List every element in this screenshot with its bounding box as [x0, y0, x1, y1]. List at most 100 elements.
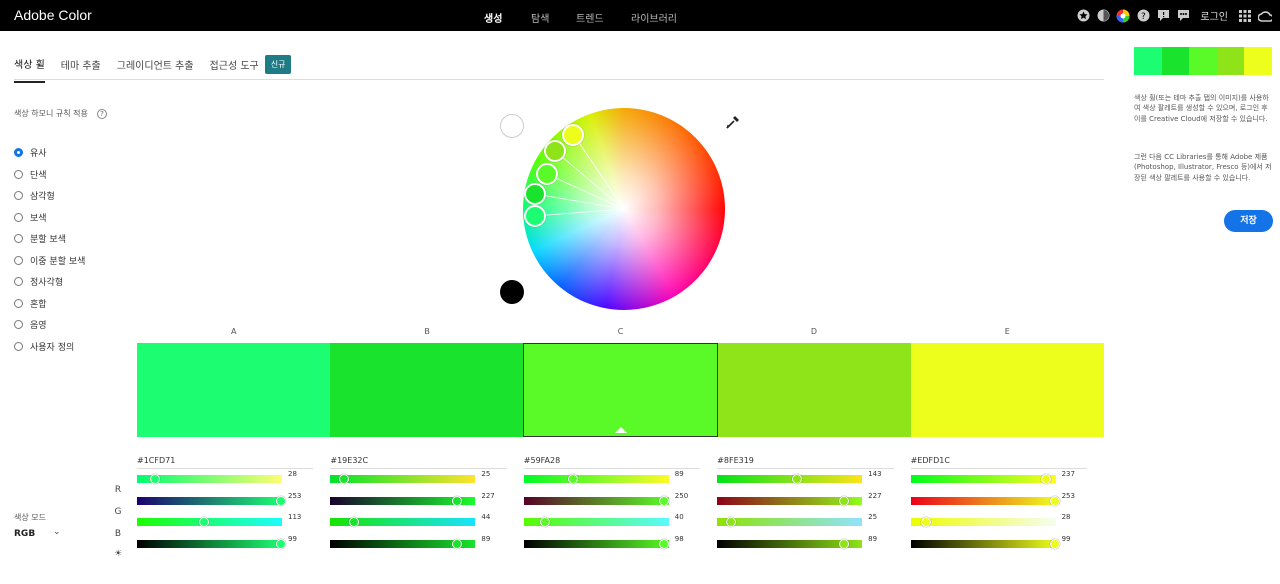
rule-option[interactable]: 정사각형 — [14, 271, 85, 293]
brightness-value[interactable]: 99 — [1062, 535, 1086, 543]
radio-icon[interactable] — [14, 234, 23, 244]
green-slider[interactable] — [523, 496, 669, 505]
hex-input[interactable]: #EDFD1C — [910, 456, 1087, 469]
swatch-c[interactable] — [523, 343, 718, 437]
swatch-d[interactable] — [718, 343, 911, 437]
brightness-value[interactable]: 89 — [481, 535, 505, 543]
login-link[interactable]: 로그인 — [1200, 8, 1228, 23]
brand-logo[interactable]: Adobe Color — [14, 7, 92, 23]
radio-icon[interactable] — [14, 298, 23, 308]
slider-knob[interactable] — [452, 538, 463, 549]
nav-libraries[interactable]: 라이브러리 — [631, 10, 677, 25]
radio-icon[interactable] — [14, 341, 23, 351]
hex-input[interactable]: #59FA28 — [523, 456, 701, 469]
feedback-icon[interactable] — [1156, 9, 1170, 23]
blue-value[interactable]: 44 — [481, 513, 505, 521]
help-icon[interactable]: ? — [1136, 9, 1150, 23]
color-mode-select[interactable]: RGB — [14, 529, 35, 539]
blue-value[interactable]: 28 — [1062, 513, 1086, 521]
save-button[interactable]: 저장 — [1224, 210, 1273, 232]
red-slider[interactable] — [330, 475, 476, 483]
color-handle-d[interactable] — [544, 140, 566, 162]
radio-icon[interactable] — [14, 320, 23, 330]
rule-option[interactable]: 혼합 — [14, 293, 85, 315]
blue-value[interactable]: 40 — [675, 513, 699, 521]
slider-knob[interactable] — [1049, 495, 1060, 506]
star-icon[interactable] — [1076, 9, 1090, 23]
color-handle-e[interactable] — [562, 124, 584, 146]
nav-trends[interactable]: 트렌드 — [576, 10, 604, 25]
white-point-handle[interactable] — [500, 114, 524, 138]
red-value[interactable]: 143 — [868, 470, 892, 478]
green-slider[interactable] — [137, 496, 282, 505]
rule-option[interactable]: 사용자 정의 — [14, 336, 85, 358]
slider-knob[interactable] — [452, 495, 463, 506]
color-handle-b[interactable] — [524, 183, 546, 205]
hex-input[interactable]: #8FE319 — [717, 456, 894, 469]
hex-input[interactable]: #19E32C — [330, 456, 507, 469]
slider-knob[interactable] — [539, 517, 550, 527]
rule-option[interactable]: 이중 분할 보색 — [14, 250, 85, 272]
green-value[interactable]: 227 — [868, 492, 892, 500]
contrast-icon[interactable] — [1096, 9, 1110, 23]
slider-knob[interactable] — [839, 495, 850, 506]
slider-knob[interactable] — [658, 538, 669, 549]
green-value[interactable]: 253 — [1062, 492, 1086, 500]
black-point-handle[interactable] — [500, 280, 524, 304]
slider-knob[interactable] — [1049, 538, 1060, 549]
blue-value[interactable]: 25 — [868, 513, 892, 521]
radio-icon[interactable] — [14, 277, 23, 287]
slider-knob[interactable] — [567, 474, 578, 484]
radio-icon[interactable] — [14, 191, 23, 201]
color-handle-a[interactable] — [524, 205, 546, 227]
blue-slider[interactable] — [137, 518, 282, 526]
apps-grid-icon[interactable] — [1238, 9, 1252, 23]
brightness-slider[interactable] — [910, 539, 1056, 548]
help-circle-icon[interactable]: ? — [97, 109, 107, 119]
red-value[interactable]: 28 — [288, 470, 312, 478]
green-slider[interactable] — [910, 496, 1056, 505]
slider-knob[interactable] — [276, 495, 286, 506]
radio-icon[interactable] — [14, 212, 23, 222]
rule-option[interactable]: 분할 보색 — [14, 228, 85, 250]
red-value[interactable]: 237 — [1062, 470, 1086, 478]
eyedropper-icon[interactable] — [725, 114, 741, 134]
brightness-value[interactable]: 98 — [675, 535, 699, 543]
slider-knob[interactable] — [199, 517, 209, 527]
rule-option[interactable]: 삼각형 — [14, 185, 85, 207]
color-wheel[interactable] — [523, 108, 725, 310]
rule-option[interactable]: 음영 — [14, 314, 85, 336]
color-handle-c[interactable] — [536, 163, 558, 185]
blue-value[interactable]: 113 — [288, 513, 312, 521]
slider-knob[interactable] — [920, 517, 931, 527]
green-value[interactable]: 253 — [288, 492, 312, 500]
swatch-e[interactable] — [911, 343, 1104, 437]
nav-create[interactable]: 생성 — [484, 10, 502, 25]
slider-knob[interactable] — [150, 474, 160, 484]
slider-knob[interactable] — [658, 495, 669, 506]
red-slider[interactable] — [717, 475, 863, 483]
brightness-slider[interactable] — [523, 539, 669, 548]
radio-selected-icon[interactable] — [14, 148, 23, 158]
red-value[interactable]: 25 — [481, 470, 505, 478]
red-slider[interactable] — [523, 475, 669, 483]
creative-cloud-icon[interactable] — [1258, 9, 1272, 23]
slider-knob[interactable] — [1040, 474, 1051, 484]
blue-slider[interactable] — [910, 518, 1056, 526]
brightness-slider[interactable] — [137, 539, 282, 548]
radio-icon[interactable] — [14, 255, 23, 265]
chat-icon[interactable] — [1176, 9, 1190, 23]
radio-icon[interactable] — [14, 169, 23, 179]
rule-option[interactable]: 단색 — [14, 164, 85, 186]
chevron-down-icon[interactable]: ⌄ — [53, 527, 61, 537]
brightness-value[interactable]: 89 — [868, 535, 892, 543]
swatch-a[interactable] — [137, 343, 330, 437]
hex-input[interactable]: #1CFD71 — [137, 456, 314, 469]
slider-knob[interactable] — [276, 538, 286, 549]
rule-option[interactable]: 보색 — [14, 207, 85, 229]
green-value[interactable]: 250 — [675, 492, 699, 500]
blue-slider[interactable] — [717, 518, 863, 526]
color-wheel-icon[interactable] — [1116, 9, 1130, 23]
brightness-value[interactable]: 99 — [288, 535, 312, 543]
rule-option[interactable]: 유사 — [14, 142, 85, 164]
